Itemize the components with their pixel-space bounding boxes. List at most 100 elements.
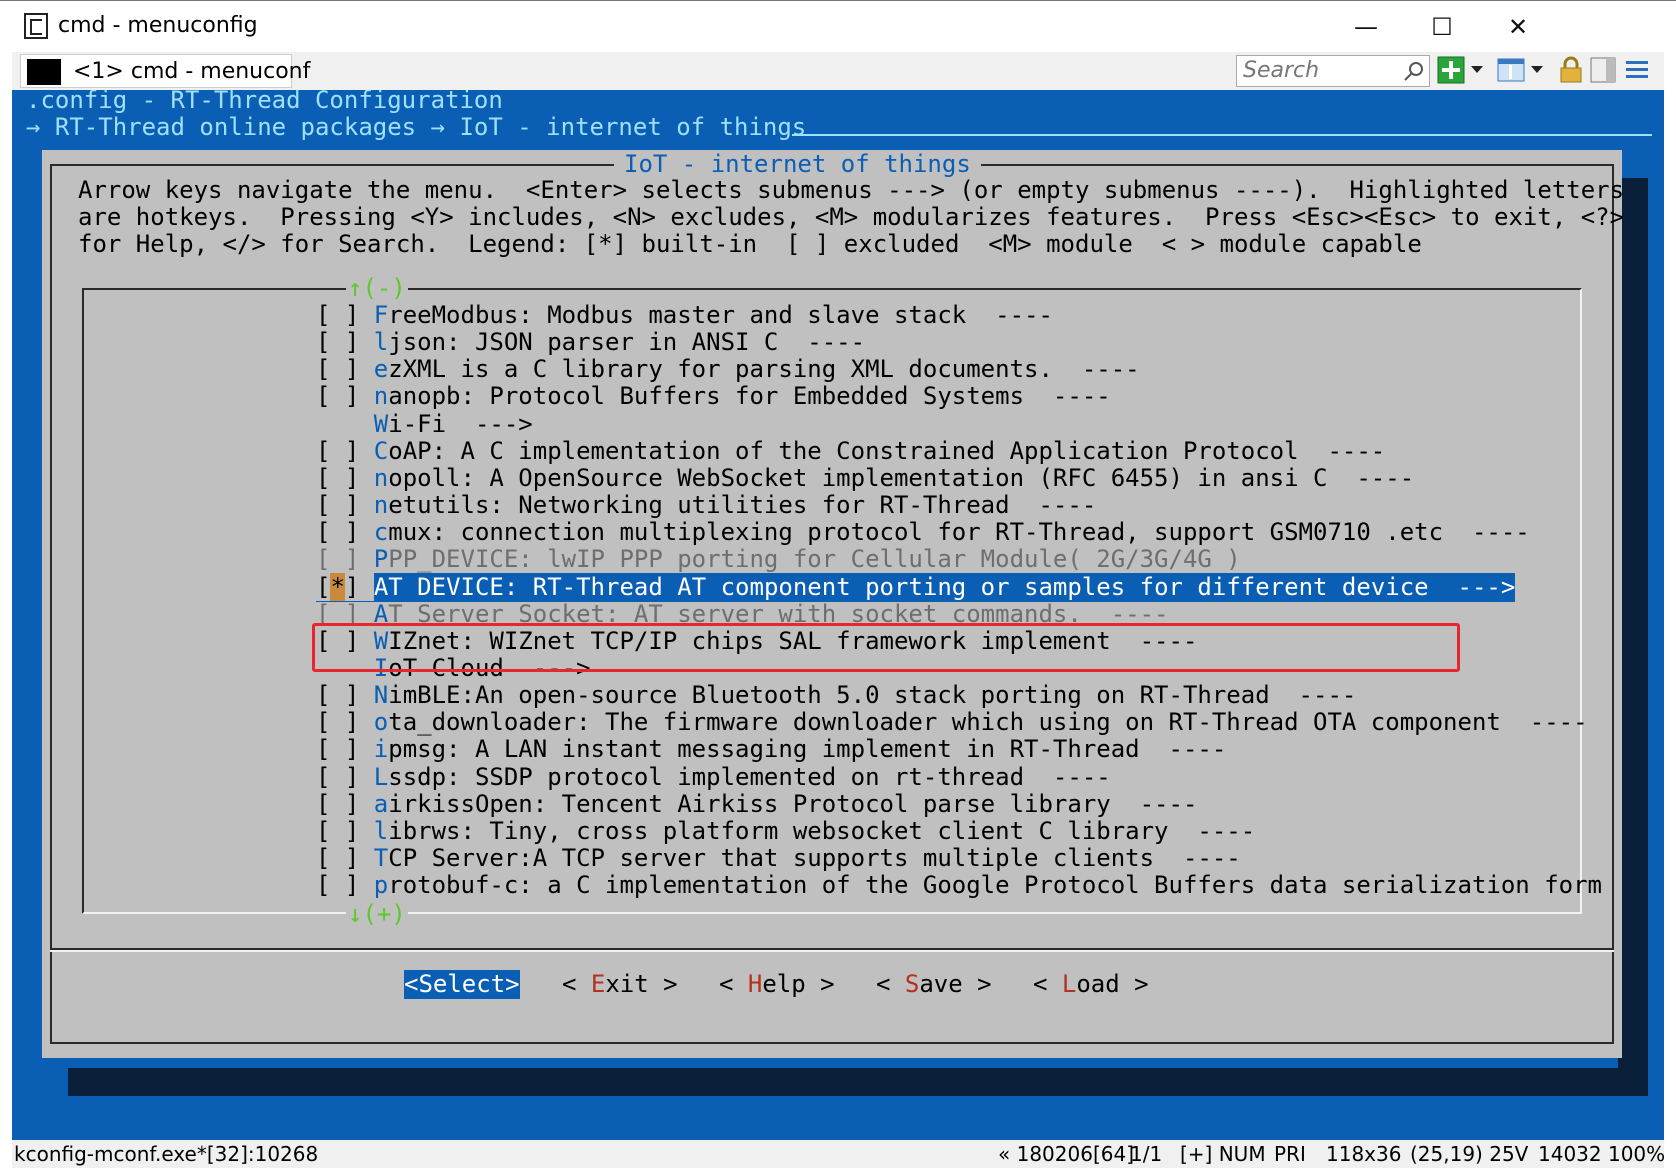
- item-label: ibrws: Tiny, cross platform websocket cl…: [388, 816, 1256, 845]
- item-label: mux: connection multiplexing protocol fo…: [388, 518, 1530, 547]
- item-label: json: JSON parser in ANSI C ----: [388, 328, 866, 357]
- maximize-button[interactable]: ☐: [1412, 7, 1472, 47]
- item-hotkey: T: [373, 844, 389, 872]
- search-icon[interactable]: [1403, 60, 1425, 82]
- menu-item[interactable]: [ ] airkissOpen: Tencent Airkiss Protoco…: [316, 790, 1197, 819]
- highlight-annotation-box: [312, 623, 1460, 672]
- item-label: etutils: Networking utilities for RT-Thr…: [388, 491, 1097, 520]
- help-button[interactable]: < Help >: [719, 970, 835, 999]
- close-button[interactable]: ✕: [1488, 7, 1548, 47]
- status-pages: 1/1: [1130, 1142, 1163, 1166]
- menu-item[interactable]: [ ] Lssdp: SSDP protocol implemented on …: [316, 763, 1111, 792]
- item-hotkey: N: [373, 681, 389, 710]
- item-label: opoll: A OpenSource WebSocket implementa…: [388, 463, 1415, 492]
- status-bar: kconfig-mconf.exe*[32]:10268 « 180206[64…: [12, 1140, 1665, 1168]
- menu-item-selected[interactable]: [*] AT DEVICE: RT-Thread AT component po…: [316, 572, 1516, 602]
- item-checkbox: [316, 410, 374, 438]
- window-title-bar: cmd - menuconfig — ☐ ✕: [0, 0, 1676, 51]
- item-hotkey: p: [373, 871, 389, 900]
- item-checkbox: [: [316, 572, 331, 601]
- item-label: anopb: Protocol Buffers for Embedded Sys…: [388, 382, 1111, 411]
- item-label: pmsg: A LAN instant messaging implement …: [388, 735, 1227, 764]
- item-checkbox: [ ]: [316, 436, 374, 465]
- menu-item[interactable]: [ ] nopoll: A OpenSource WebSocket imple…: [316, 464, 1414, 493]
- item-hotkey: e: [373, 355, 389, 384]
- tab-cmd[interactable]: <1> cmd - menuconf: [20, 54, 310, 88]
- menu-item[interactable]: [ ] ipmsg: A LAN instant messaging imple…: [316, 735, 1226, 764]
- item-hotkey: l: [373, 328, 389, 357]
- menu-item[interactable]: Wi-Fi --->: [316, 410, 533, 439]
- status-cursor: (25,19) 25V: [1410, 1142, 1529, 1166]
- tab-toolbar: <1> cmd - menuconf Search: [12, 52, 1664, 90]
- status-build: « 180206[64]: [998, 1142, 1134, 1166]
- item-label: rotobuf-c: a C implementation of the Goo…: [388, 871, 1602, 900]
- item-hotkey: o: [373, 708, 389, 737]
- exit-button[interactable]: < Exit >: [562, 970, 678, 999]
- item-label: CP Server:A TCP server that supports mul…: [388, 844, 1241, 872]
- status-keys: [+] NUM: [1180, 1142, 1266, 1166]
- item-label: ta_downloader: The firmware downloader w…: [388, 708, 1588, 737]
- item-checkbox: [ ]: [316, 301, 374, 329]
- config-title: .config - RT-Thread Configuration: [26, 90, 503, 114]
- item-hotkey: n: [373, 491, 389, 520]
- menu-item[interactable]: [ ] ezXML is a C library for parsing XML…: [316, 355, 1140, 384]
- search-input[interactable]: Search: [1236, 55, 1430, 87]
- console-tab-icon: [27, 59, 61, 85]
- item-hotkey: L: [373, 762, 389, 791]
- menu-icon[interactable]: [1622, 55, 1652, 85]
- save-button[interactable]: < Save >: [876, 970, 992, 999]
- item-label: ssdp: SSDP protocol implemented on rt-th…: [388, 762, 1111, 791]
- item-hotkey: A: [373, 572, 389, 601]
- item-checkbox: [ ]: [316, 328, 374, 357]
- window-title: cmd - menuconfig: [58, 13, 258, 38]
- item-checkbox: [ ]: [316, 844, 374, 872]
- menu-item[interactable]: [ ] ljson: JSON parser in ANSI C ----: [316, 328, 865, 357]
- select-button[interactable]: <Select>: [404, 970, 520, 999]
- item-hotkey: F: [373, 301, 389, 329]
- menu-item[interactable]: [ ] nanopb: Protocol Buffers for Embedde…: [316, 382, 1111, 411]
- menu-item[interactable]: [ ] librws: Tiny, cross platform websock…: [316, 817, 1255, 846]
- menu-item[interactable]: [ ] cmux: connection multiplexing protoc…: [316, 518, 1530, 547]
- item-checkbox: [ ]: [316, 789, 374, 818]
- tab-label: <1> cmd - menuconf: [73, 59, 311, 84]
- dialog-shadow-right: [1618, 178, 1648, 1088]
- item-label: irkissOpen: Tencent Airkiss Protocol par…: [388, 789, 1198, 818]
- panel-view-icon[interactable]: [1588, 55, 1618, 85]
- split-view-icon[interactable]: [1496, 55, 1526, 85]
- dropdown-arrow-icon[interactable]: [1468, 55, 1486, 85]
- scroll-down-indicator: ↓(+): [346, 900, 408, 929]
- load-button[interactable]: < Load >: [1033, 970, 1149, 999]
- menu-item[interactable]: [ ] netutils: Networking utilities for R…: [316, 491, 1096, 520]
- help-text-line: for Help, </> for Search. Legend: [*] bu…: [78, 230, 1422, 258]
- menu-item[interactable]: [ ] ota_downloader: The firmware downloa…: [316, 708, 1588, 737]
- dropdown-arrow-icon[interactable]: [1528, 55, 1546, 85]
- menu-item[interactable]: [ ] TCP Server:A TCP server that support…: [316, 844, 1241, 873]
- status-process: kconfig-mconf.exe*[32]:10268: [14, 1142, 319, 1166]
- search-placeholder: Search: [1243, 58, 1320, 83]
- item-label: reeModbus: Modbus master and slave stack…: [388, 301, 1053, 329]
- minimize-button[interactable]: —: [1336, 7, 1396, 47]
- item-hotkey: C: [373, 436, 389, 465]
- menu-item[interactable]: [ ] PPP_DEVICE: lwIP PPP porting for Cel…: [316, 545, 1241, 574]
- item-hotkey: l: [373, 816, 389, 845]
- console-area[interactable]: .config - RT-Thread Configuration → RT-T…: [12, 90, 1664, 1140]
- menu-item[interactable]: [ ] CoAP: A C implementation of the Cons…: [316, 437, 1385, 466]
- help-text-line: are hotkeys. Pressing <Y> includes, <N> …: [78, 203, 1625, 231]
- item-checkbox: [ ]: [316, 518, 374, 547]
- menu-item[interactable]: [ ] protobuf-c: a C implementation of th…: [316, 871, 1602, 900]
- item-hotkey: a: [373, 789, 389, 818]
- menu-item[interactable]: [ ] FreeModbus: Modbus master and slave …: [316, 301, 1053, 330]
- item-checkbox: [ ]: [316, 463, 374, 492]
- item-checkbox: ]: [344, 572, 374, 601]
- new-console-icon[interactable]: [1436, 55, 1466, 85]
- item-hotkey: n: [373, 382, 389, 411]
- item-label: i-Fi --->: [388, 409, 533, 438]
- menu-item[interactable]: [ ] NimBLE:An open-source Bluetooth 5.0 …: [316, 681, 1356, 710]
- item-hotkey: c: [373, 518, 389, 547]
- item-label: imBLE:An open-source Bluetooth 5.0 stack…: [388, 681, 1357, 710]
- lock-icon[interactable]: [1556, 55, 1586, 85]
- item-label: T DEVICE: RT-Thread AT component porting…: [388, 572, 1516, 601]
- item-checkbox: [ ]: [316, 816, 374, 845]
- item-checkbox: [ ]: [316, 382, 374, 411]
- item-checkbox: [ ]: [316, 762, 374, 791]
